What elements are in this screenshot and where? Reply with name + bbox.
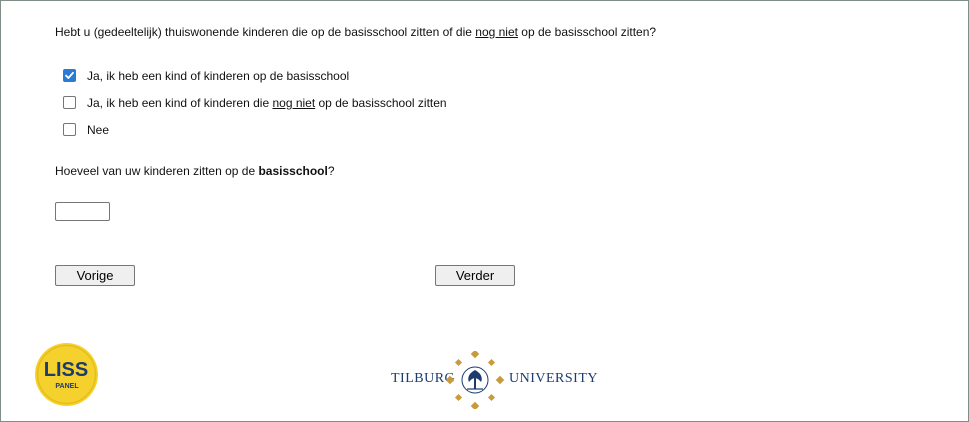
question-emphasis: nog niet — [475, 25, 518, 39]
question-text: Hebt u (gedeeltelijk) thuiswonende kinde… — [55, 25, 476, 39]
option-label[interactable]: Nee — [87, 123, 109, 137]
question-children-basisschool: Hebt u (gedeeltelijk) thuiswonende kinde… — [55, 25, 656, 39]
option-label[interactable]: Ja, ik heb een kind of kinderen die nog … — [87, 96, 447, 110]
previous-button[interactable]: Vorige — [55, 265, 135, 286]
survey-frame: Hebt u (gedeeltelijk) thuiswonende kinde… — [0, 0, 969, 422]
option-label-post: op de basisschool zitten — [315, 96, 447, 110]
option-label[interactable]: Ja, ik heb een kind of kinderen op de ba… — [87, 69, 349, 83]
checkbox[interactable] — [63, 123, 76, 136]
liss-logo-top-text: LISS — [44, 359, 88, 381]
liss-panel-logo: LISS PANEL — [35, 343, 98, 406]
university-word: UNIVERSITY — [509, 371, 598, 386]
question-number-of-children: Hoeveel van uw kinderen zitten op de bas… — [55, 164, 335, 178]
checkbox-checked[interactable] — [63, 69, 76, 82]
tilburg-emblem-icon — [445, 351, 505, 409]
checkbox[interactable] — [63, 96, 76, 109]
option-label-emphasis: nog niet — [272, 96, 316, 110]
question-bold: basisschool — [258, 164, 328, 178]
option-label-pre: Ja, ik heb een kind of kinderen die — [87, 96, 273, 110]
checkmark-icon — [65, 71, 74, 79]
question-text-end: op de basisschool zitten? — [517, 25, 657, 39]
question-text-end: ? — [327, 164, 335, 178]
children-count-input[interactable] — [55, 202, 110, 221]
question-text: Hoeveel van uw kinderen zitten op de — [55, 164, 259, 178]
tilburg-university-logo: TILBURG UNIVERSITY — [391, 351, 598, 409]
liss-logo-bottom-text: PANEL — [55, 383, 79, 390]
next-button[interactable]: Verder — [435, 265, 515, 286]
